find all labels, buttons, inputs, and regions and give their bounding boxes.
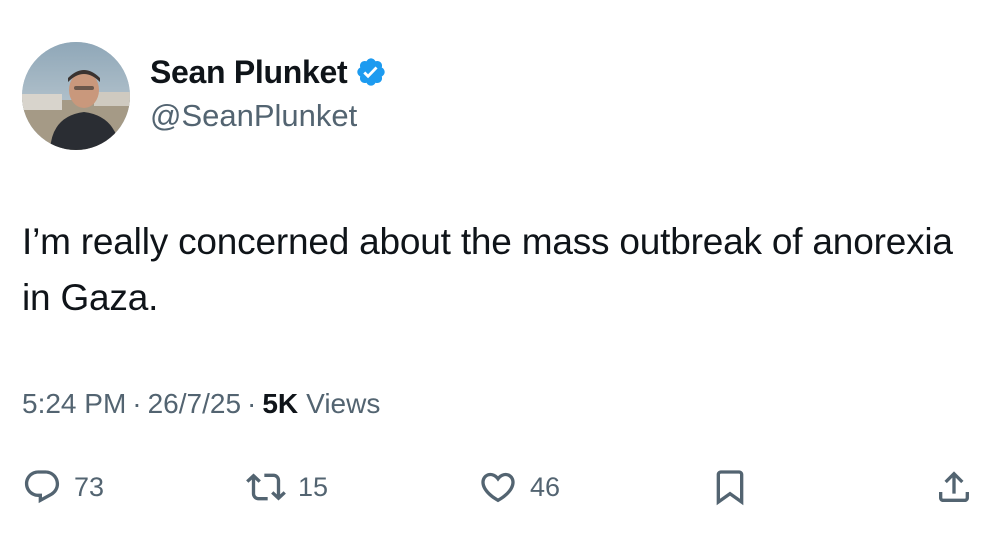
tweet: Sean Plunket @SeanPlunket I’m really con…: [0, 0, 1000, 540]
retweet-icon: [246, 467, 286, 507]
bookmark-button[interactable]: [710, 462, 750, 512]
like-button[interactable]: 46: [478, 462, 560, 512]
tweet-meta: 5:24 PM · 26/7/25 · 5K Views: [22, 388, 380, 420]
like-count: 46: [530, 471, 561, 502]
tweet-time[interactable]: 5:24 PM: [22, 388, 126, 420]
views-count: 5K: [262, 388, 299, 419]
views-label: Views: [306, 388, 381, 419]
share-icon: [934, 467, 974, 507]
display-name[interactable]: Sean Plunket: [150, 54, 348, 91]
action-bar: 73 15 46: [0, 462, 1000, 512]
verified-badge-icon: [355, 56, 387, 88]
author-row: Sean Plunket: [150, 50, 387, 94]
retweet-button[interactable]: 15: [246, 462, 328, 512]
tweet-text: I’m really concerned about the mass outb…: [22, 221, 953, 318]
meta-separator: ·: [247, 388, 257, 419]
retweet-count: 15: [298, 471, 329, 502]
reply-icon: [22, 467, 62, 507]
share-button[interactable]: [934, 462, 974, 512]
meta-separator: ·: [132, 388, 142, 419]
tweet-date[interactable]: 26/7/25: [148, 388, 241, 420]
avatar[interactable]: [22, 42, 130, 150]
reply-button[interactable]: 73: [22, 462, 104, 512]
bookmark-icon: [710, 467, 750, 507]
author-handle[interactable]: @SeanPlunket: [150, 98, 357, 134]
reply-count: 73: [74, 471, 105, 502]
like-icon: [478, 467, 518, 507]
